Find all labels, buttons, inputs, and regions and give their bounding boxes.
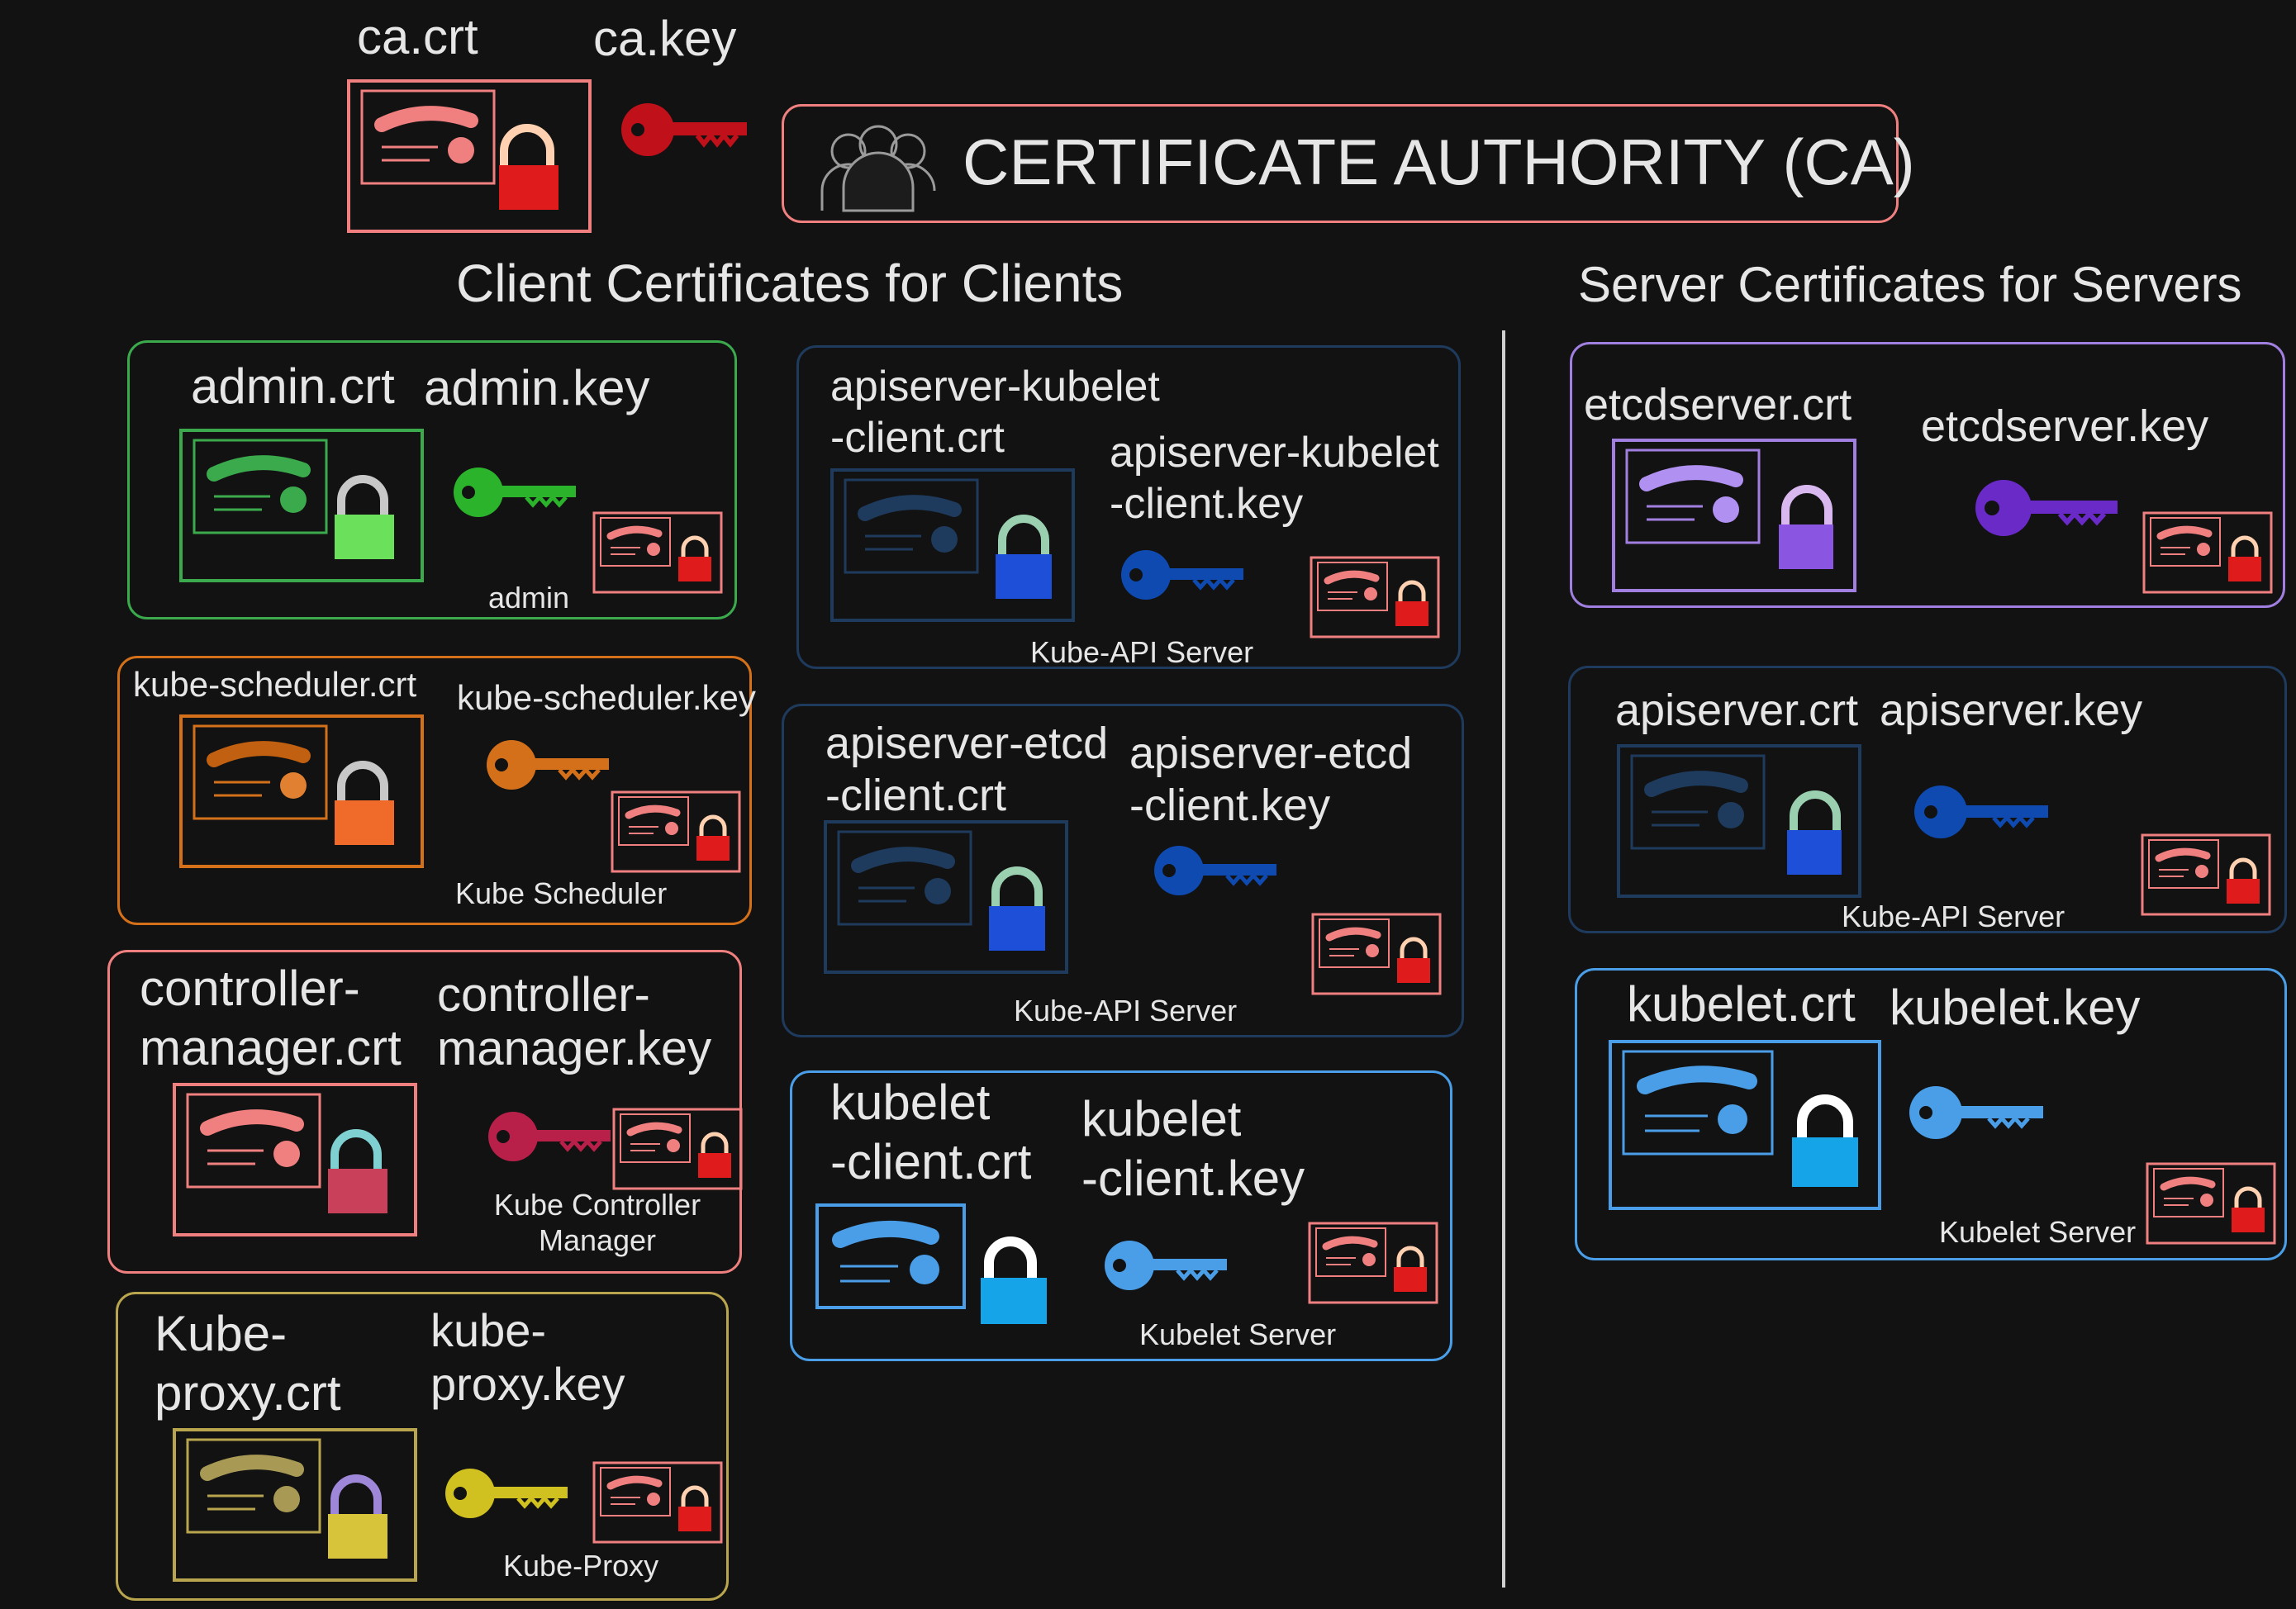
apiserver-etcd-client-ca-badge-icon <box>1311 913 1442 995</box>
kube-scheduler-client-box: kube-scheduler.crt kube-scheduler.key Ku… <box>117 656 756 925</box>
admin-client-box: admin.crt admin.key admin <box>127 340 737 619</box>
etcd-server-crt-label: etcdserver.crt <box>1584 380 1852 430</box>
kubelet-client-certificate-icon <box>815 1203 1047 1324</box>
kube-scheduler-crt-label: kube-scheduler.crt <box>133 665 417 704</box>
apiserver-kubelet-client-key-label: apiserver-kubelet -client.key <box>1110 429 1439 529</box>
kube-proxy-key-label: kube- proxy.key <box>430 1304 625 1410</box>
kubelet-client-key-label: kubelet -client.key <box>1081 1091 1305 1206</box>
kubelet-server-box: kubelet.crt kubelet.key Kubelet Server <box>1575 968 2287 1260</box>
kube-proxy-ca-badge-icon <box>592 1461 723 1544</box>
kube-scheduler-owner-label: Kube Scheduler <box>455 876 668 910</box>
admin-crt-label: admin.crt <box>191 358 395 414</box>
ca-title-box: CERTIFICATE AUTHORITY (CA) <box>782 104 1915 223</box>
etcd-server-ca-badge-icon <box>2142 511 2273 594</box>
kubelet-client-crt-label: kubelet -client.crt <box>830 1075 1032 1189</box>
admin-ca-badge-icon <box>592 511 723 594</box>
kube-scheduler-key-icon <box>487 740 609 790</box>
apiserver-etcd-client-owner-label: Kube-API Server <box>1014 994 1238 1028</box>
kube-proxy-key-icon <box>445 1469 568 1518</box>
kube-scheduler-ca-badge-icon <box>611 790 741 873</box>
kubelet-server-owner-label: Kubelet Server <box>1939 1215 2137 1249</box>
ca-title: CERTIFICATE AUTHORITY (CA) <box>963 126 1915 198</box>
apiserver-etcd-client-certificate-icon <box>824 820 1068 974</box>
servers-heading: Server Certificates for Servers <box>1578 257 2242 312</box>
kubelet-client-ca-badge-icon <box>1308 1222 1438 1304</box>
kubelet-server-crt-label: kubelet.crt <box>1627 976 1856 1032</box>
apiserver-server-key-icon <box>1914 786 2048 838</box>
kube-proxy-client-box: Kube- proxy.crt kube- proxy.key Kube-Pro… <box>116 1292 729 1601</box>
controller-manager-key-label: controller- manager.key <box>437 968 712 1075</box>
controller-manager-crt-label: controller- manager.crt <box>140 961 402 1075</box>
etcd-server-key-label: etcdserver.key <box>1921 401 2209 451</box>
ca-key-label: ca.key <box>593 11 737 66</box>
kubelet-client-box: kubelet -client.crt kubelet -client.key … <box>790 1070 1452 1361</box>
people-icon <box>820 125 936 212</box>
apiserver-server-ca-badge-icon <box>2141 833 2271 916</box>
admin-key-label: admin.key <box>424 360 650 415</box>
controller-manager-key-icon <box>488 1112 611 1161</box>
controller-manager-certificate-icon <box>173 1083 417 1236</box>
apiserver-kubelet-client-certificate-icon <box>830 468 1075 622</box>
admin-certificate-icon <box>179 429 424 582</box>
clients-heading: Client Certificates for Clients <box>456 254 1124 313</box>
apiserver-server-key-label: apiserver.key <box>1880 686 2143 735</box>
kubelet-server-key-icon <box>1909 1086 2043 1139</box>
apiserver-server-certificate-icon <box>1617 744 1861 898</box>
etcd-server-certificate-icon <box>1612 439 1856 592</box>
apiserver-etcd-client-key-icon <box>1154 846 1276 895</box>
controller-manager-owner-label: Kube Controller Manager <box>493 1188 701 1258</box>
controller-manager-ca-badge-icon <box>612 1108 743 1190</box>
apiserver-etcd-client-crt-label: apiserver-etcd -client.crt <box>825 719 1109 820</box>
ca-crt-label: ca.crt <box>357 9 478 64</box>
kubelet-server-certificate-icon <box>1609 1040 1881 1210</box>
apiserver-server-box: apiserver.crt apiserver.key Kube-API Ser… <box>1568 666 2287 933</box>
kube-proxy-certificate-icon <box>173 1428 417 1582</box>
kubelet-client-owner-label: Kubelet Server <box>1139 1317 1337 1351</box>
kubelet-server-ca-badge-icon <box>2146 1162 2276 1245</box>
admin-owner-label: admin <box>488 581 570 615</box>
apiserver-kubelet-client-box: apiserver-kubelet -client.crt apiserver-… <box>796 345 1461 669</box>
kube-proxy-owner-label: Kube-Proxy <box>503 1549 659 1583</box>
kube-scheduler-certificate-icon <box>179 714 424 868</box>
admin-key-icon <box>454 468 576 517</box>
apiserver-kubelet-client-owner-label: Kube-API Server <box>1030 635 1254 669</box>
apiserver-etcd-client-box: apiserver-etcd -client.crt apiserver-etc… <box>782 704 1464 1037</box>
apiserver-server-crt-label: apiserver.crt <box>1615 686 1859 735</box>
etcd-server-box: etcdserver.crt etcdserver.key <box>1570 342 2285 608</box>
controller-manager-client-box: controller- manager.crt controller- mana… <box>107 950 743 1274</box>
apiserver-server-owner-label: Kube-API Server <box>1842 899 2065 933</box>
kube-proxy-crt-label: Kube- proxy.crt <box>154 1306 341 1421</box>
ca-key-icon <box>618 101 750 159</box>
section-divider <box>1502 330 1505 1588</box>
kubelet-server-key-label: kubelet.key <box>1890 980 2141 1035</box>
kube-scheduler-key-label: kube-scheduler.key <box>457 678 756 717</box>
apiserver-kubelet-client-key-icon <box>1121 550 1243 600</box>
apiserver-kubelet-client-ca-badge-icon <box>1310 556 1440 638</box>
kubelet-client-key-icon <box>1105 1241 1227 1290</box>
ca-certificate-icon <box>347 79 592 233</box>
etcd-server-key-icon <box>1975 480 2118 536</box>
apiserver-etcd-client-key-label: apiserver-etcd -client.key <box>1129 729 1413 830</box>
